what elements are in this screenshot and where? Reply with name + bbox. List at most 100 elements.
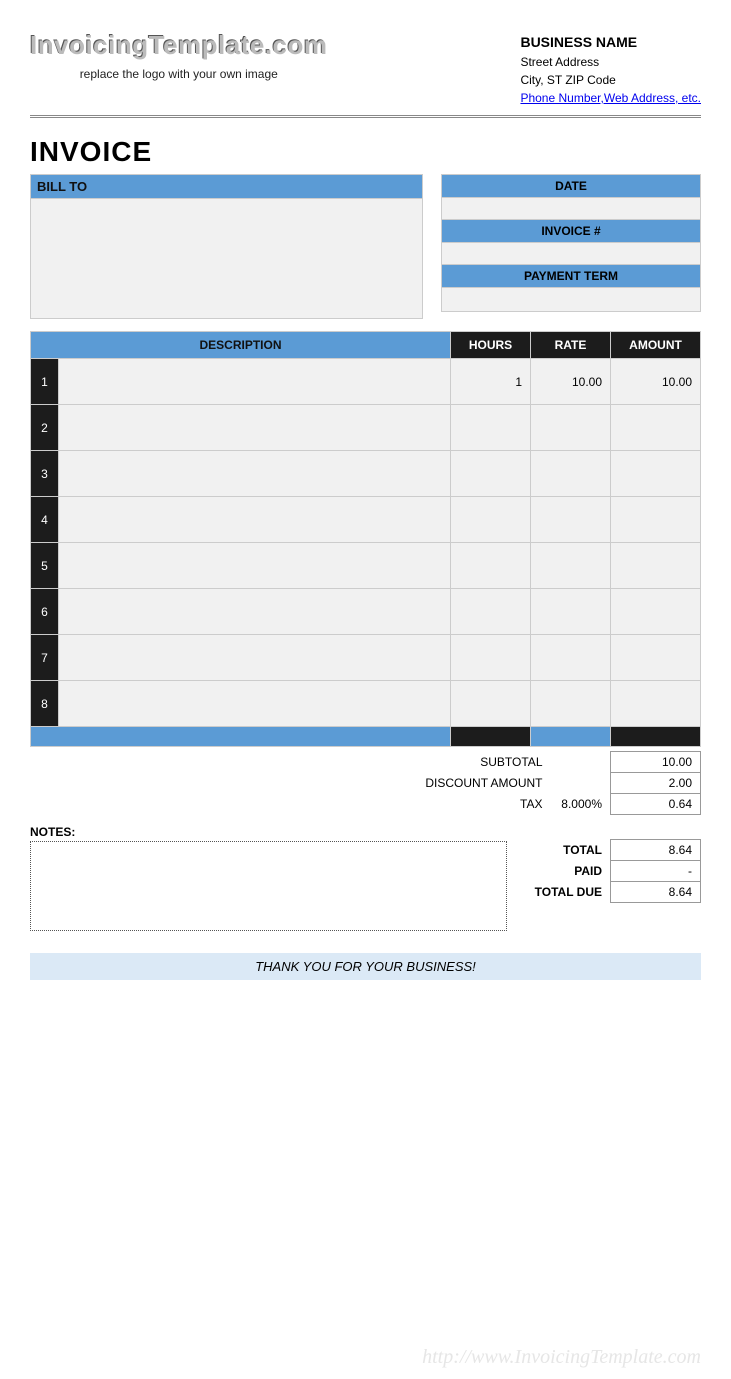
- business-info: BUSINESS NAME Street Address City, ST ZI…: [520, 30, 701, 107]
- table-row: 6: [31, 589, 701, 635]
- rate-cell[interactable]: [531, 405, 611, 451]
- hours-cell[interactable]: [451, 635, 531, 681]
- subtotal-label: SUBTOTAL: [417, 752, 550, 773]
- tax-label: TAX: [417, 794, 550, 815]
- hours-cell[interactable]: [451, 497, 531, 543]
- amount-cell: [611, 543, 701, 589]
- amount-cell: [611, 451, 701, 497]
- hours-cell[interactable]: [451, 681, 531, 727]
- row-number: 4: [31, 497, 59, 543]
- table-row: 5: [31, 543, 701, 589]
- billto-block: BILL TO: [30, 174, 423, 319]
- rate-cell[interactable]: [531, 543, 611, 589]
- thank-you-bar: THANK YOU FOR YOUR BUSINESS!: [30, 953, 701, 980]
- invoice-no-label: INVOICE #: [441, 220, 701, 243]
- tax-value: 0.64: [611, 794, 701, 815]
- business-city: City, ST ZIP Code: [520, 71, 701, 89]
- paid-label: PAID: [527, 861, 611, 882]
- subtotals-area: SUBTOTAL 10.00 DISCOUNT AMOUNT 2.00 TAX …: [30, 751, 701, 815]
- col-hours: HOURS: [451, 332, 531, 359]
- total-row: TOTAL 8.64: [527, 840, 701, 861]
- amount-cell: [611, 405, 701, 451]
- description-cell[interactable]: [59, 497, 451, 543]
- amount-cell: [611, 497, 701, 543]
- subtotals-table: SUBTOTAL 10.00 DISCOUNT AMOUNT 2.00 TAX …: [417, 751, 701, 815]
- hours-cell[interactable]: [451, 589, 531, 635]
- description-cell[interactable]: [59, 589, 451, 635]
- total-due-label: TOTAL DUE: [527, 882, 611, 903]
- table-row: 8: [31, 681, 701, 727]
- billto-field[interactable]: [30, 199, 423, 319]
- subtotal-value: 10.00: [611, 752, 701, 773]
- invoice-no-field[interactable]: [441, 243, 701, 265]
- description-cell[interactable]: [59, 681, 451, 727]
- col-description: DESCRIPTION: [31, 332, 451, 359]
- billto-label: BILL TO: [30, 174, 423, 199]
- business-contact-link[interactable]: Phone Number,Web Address, etc.: [520, 91, 701, 105]
- invoice-meta-panel: DATE INVOICE # PAYMENT TERM: [441, 174, 701, 319]
- rate-cell[interactable]: 10.00: [531, 359, 611, 405]
- table-row: 2: [31, 405, 701, 451]
- row-number: 2: [31, 405, 59, 451]
- business-name: BUSINESS NAME: [520, 32, 701, 53]
- discount-label: DISCOUNT AMOUNT: [417, 773, 550, 794]
- logo-text: InvoicingTemplate.com: [30, 30, 328, 61]
- total-due-value: 8.64: [611, 882, 701, 903]
- rate-cell[interactable]: [531, 497, 611, 543]
- notes-block: NOTES:: [30, 825, 507, 931]
- row-number: 8: [31, 681, 59, 727]
- notes-and-totals: NOTES: TOTAL 8.64 PAID - TOTAL DUE 8.64: [30, 825, 701, 931]
- table-row: 1110.0010.00: [31, 359, 701, 405]
- invoice-title: INVOICE: [30, 136, 701, 168]
- table-footer-bar: [31, 727, 701, 747]
- col-rate: RATE: [531, 332, 611, 359]
- hours-cell[interactable]: [451, 405, 531, 451]
- row-number: 7: [31, 635, 59, 681]
- watermark: http://www.InvoicingTemplate.com: [422, 1346, 701, 1369]
- rate-cell[interactable]: [531, 635, 611, 681]
- row-number: 6: [31, 589, 59, 635]
- notes-field[interactable]: [30, 841, 507, 931]
- rate-cell[interactable]: [531, 451, 611, 497]
- amount-cell: 10.00: [611, 359, 701, 405]
- paid-value[interactable]: -: [611, 861, 701, 882]
- description-cell[interactable]: [59, 451, 451, 497]
- hours-cell[interactable]: [451, 543, 531, 589]
- payment-term-label: PAYMENT TERM: [441, 265, 701, 288]
- table-row: 3: [31, 451, 701, 497]
- total-label: TOTAL: [527, 840, 611, 861]
- discount-row: DISCOUNT AMOUNT 2.00: [417, 773, 700, 794]
- amount-cell: [611, 589, 701, 635]
- hours-cell[interactable]: [451, 451, 531, 497]
- description-cell[interactable]: [59, 359, 451, 405]
- business-street: Street Address: [520, 53, 701, 71]
- row-number: 3: [31, 451, 59, 497]
- paid-row: PAID -: [527, 861, 701, 882]
- tax-row: TAX 8.000% 0.64: [417, 794, 700, 815]
- rate-cell[interactable]: [531, 589, 611, 635]
- row-number: 1: [31, 359, 59, 405]
- total-due-row: TOTAL DUE 8.64: [527, 882, 701, 903]
- meta-row: BILL TO DATE INVOICE # PAYMENT TERM: [30, 174, 701, 319]
- description-cell[interactable]: [59, 543, 451, 589]
- notes-label: NOTES:: [30, 825, 507, 839]
- description-cell[interactable]: [59, 405, 451, 451]
- table-row: 4: [31, 497, 701, 543]
- line-items-table: DESCRIPTION HOURS RATE AMOUNT 1110.0010.…: [30, 331, 701, 747]
- subtotal-row: SUBTOTAL 10.00: [417, 752, 700, 773]
- discount-value[interactable]: 2.00: [611, 773, 701, 794]
- grand-totals-table: TOTAL 8.64 PAID - TOTAL DUE 8.64: [527, 839, 701, 903]
- description-cell[interactable]: [59, 635, 451, 681]
- tax-percent[interactable]: 8.000%: [551, 794, 611, 815]
- amount-cell: [611, 681, 701, 727]
- rate-cell[interactable]: [531, 681, 611, 727]
- table-header-row: DESCRIPTION HOURS RATE AMOUNT: [31, 332, 701, 359]
- total-value: 8.64: [611, 840, 701, 861]
- col-amount: AMOUNT: [611, 332, 701, 359]
- date-field[interactable]: [441, 198, 701, 220]
- row-number: 5: [31, 543, 59, 589]
- hours-cell[interactable]: 1: [451, 359, 531, 405]
- logo-block: InvoicingTemplate.com replace the logo w…: [30, 30, 328, 81]
- payment-term-field[interactable]: [441, 288, 701, 312]
- table-row: 7: [31, 635, 701, 681]
